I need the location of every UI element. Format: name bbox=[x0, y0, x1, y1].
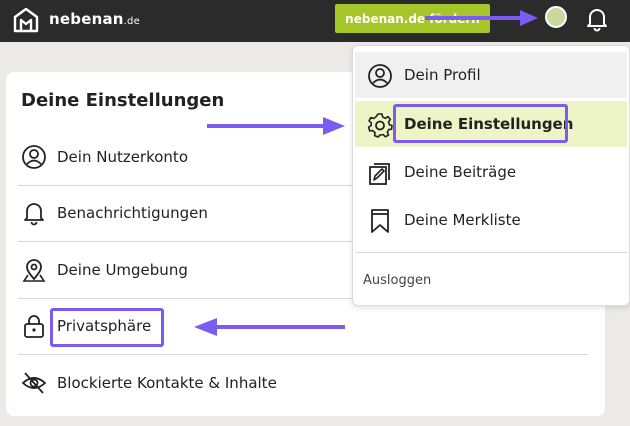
top-bar: nebenan.de nebenan.de fördern bbox=[0, 0, 630, 42]
settings-item-label: Benachrichtigungen bbox=[57, 204, 208, 222]
user-menu-dropdown: Dein Profil Deine Einstellungen Deine Be… bbox=[352, 45, 630, 306]
menu-divider bbox=[355, 252, 627, 253]
brand-name: nebenan bbox=[49, 10, 124, 28]
page-title: Deine Einstellungen bbox=[21, 90, 225, 111]
menu-item-label: Deine Beiträge bbox=[404, 163, 517, 181]
settings-item-label: Blockierte Kontakte & Inhalte bbox=[57, 374, 277, 392]
settings-item-blocked[interactable]: Blockierte Kontakte & Inhalte bbox=[18, 356, 588, 412]
avatar[interactable] bbox=[545, 6, 567, 28]
map-pin-icon bbox=[22, 259, 46, 282]
eye-slash-icon bbox=[21, 372, 47, 394]
menu-item-label: Deine Merkliste bbox=[404, 211, 521, 229]
bell-icon bbox=[24, 203, 44, 226]
brand-logo[interactable]: nebenan.de bbox=[49, 10, 140, 28]
notifications-bell-icon[interactable] bbox=[584, 6, 610, 32]
house-logo-icon[interactable] bbox=[11, 5, 41, 35]
brand-tld: .de bbox=[123, 16, 140, 27]
bookmark-icon bbox=[371, 209, 389, 233]
logout-link[interactable]: Ausloggen bbox=[363, 273, 431, 288]
gear-icon bbox=[367, 113, 393, 138]
support-button[interactable]: nebenan.de fördern bbox=[335, 4, 490, 33]
user-circle-icon bbox=[368, 64, 392, 88]
settings-item-label: Dein Nutzerkonto bbox=[57, 148, 188, 166]
menu-item-label: Dein Profil bbox=[404, 66, 481, 84]
highlight-box-settings bbox=[393, 104, 568, 143]
lock-icon bbox=[24, 315, 44, 338]
menu-item-bookmarks[interactable]: Deine Merkliste bbox=[355, 197, 627, 243]
menu-item-posts[interactable]: Deine Beiträge bbox=[355, 149, 627, 195]
menu-item-profile[interactable]: Dein Profil bbox=[355, 52, 627, 98]
edit-posts-icon bbox=[369, 163, 390, 185]
settings-item-label: Deine Umgebung bbox=[57, 261, 188, 279]
highlight-box-privacy bbox=[50, 308, 164, 347]
user-circle-icon bbox=[22, 145, 46, 169]
